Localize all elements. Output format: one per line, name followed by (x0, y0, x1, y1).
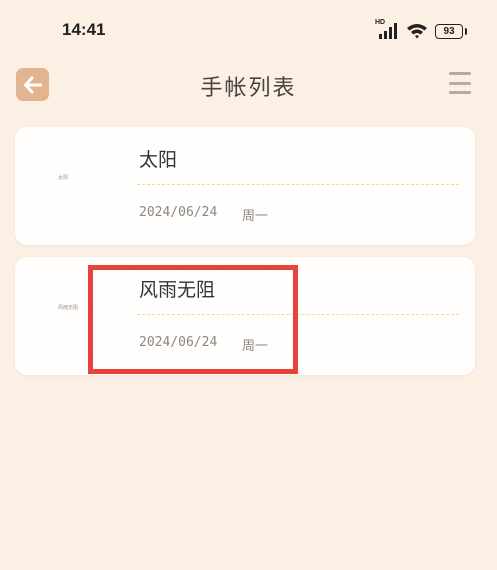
entry-date: 2024/06/24 (139, 335, 218, 350)
entry-title: 风雨无阻 (139, 279, 216, 301)
entry-weekday: 周一 (242, 209, 269, 224)
status-time: 14:41 (62, 20, 106, 39)
hamburger-menu-icon (449, 72, 471, 75)
entry-weekday: 周一 (242, 339, 269, 354)
entry-title: 太阳 (139, 149, 178, 171)
page-title: 手帐列表 (200, 76, 297, 101)
entry-thumbnail: 风雨无阻 (58, 305, 79, 311)
app-header: 手帐列表 (0, 58, 497, 110)
entry-thumbnail: 太阳 (58, 175, 69, 181)
entry-divider (137, 314, 459, 315)
network-type-label: HD (375, 19, 386, 26)
entry-date: 2024/06/24 (139, 205, 218, 220)
status-bar: 14:41 HD 93 (0, 0, 497, 58)
entry-divider (137, 184, 459, 185)
journal-entry-card[interactable]: 风雨无阻 风雨无阻 2024/06/24 周一 (15, 257, 475, 375)
battery-icon: 93 (435, 23, 467, 39)
status-icons: HD 93 (375, 19, 467, 42)
menu-button[interactable] (449, 72, 471, 94)
signal-icon: HD (375, 19, 399, 40)
wifi-icon (406, 22, 428, 40)
journal-entry-card[interactable]: 太阳 太阳 2024/06/24 周一 (15, 127, 475, 245)
